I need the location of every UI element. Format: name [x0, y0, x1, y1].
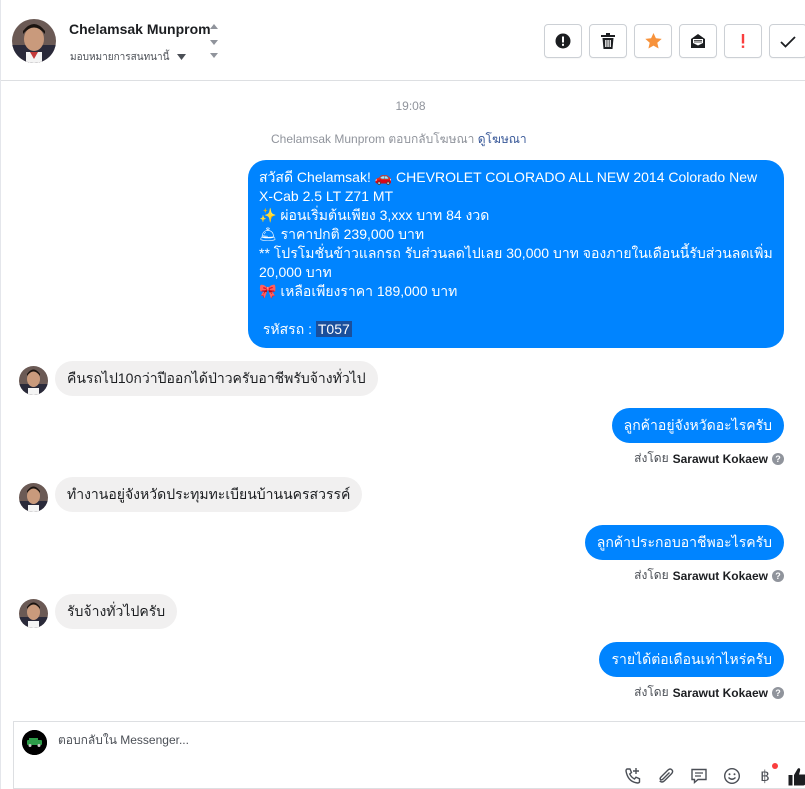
add-call-icon [625, 768, 641, 784]
check-icon [780, 35, 796, 48]
delete-button[interactable] [589, 24, 627, 58]
contact-name[interactable]: Chelamsak Munprom [69, 21, 211, 37]
mark-done-button[interactable] [769, 24, 805, 58]
ad-line-spacer [259, 301, 773, 320]
sender-name: Sarawut Kokaew [672, 451, 768, 466]
conversation-header: Chelamsak Munprom มอบหมายการสนทนานี้ [1, 0, 805, 81]
prev-next-arrows[interactable] [208, 22, 220, 62]
exclamation-icon [741, 34, 745, 48]
incoming-message[interactable]: รับจ้างทั่วไปครับ [55, 594, 178, 629]
contact-avatar[interactable] [12, 19, 56, 63]
ad-line-code: รหัสรถ : T057 [259, 320, 773, 339]
payment-icon: ฿ [760, 767, 770, 785]
sent-by-info: ส่งโดย Sarawut Kokaew ? [634, 683, 784, 702]
like-icon [788, 767, 805, 785]
message-timestamp: 19:08 [395, 99, 426, 113]
contact-avatar-small[interactable] [19, 366, 48, 395]
incoming-message[interactable]: ทำงานอยู่จังหวัดประทุมทะเบียนบ้านนครสวรร… [55, 477, 363, 512]
outgoing-message[interactable]: รายได้ต่อเดือนเท่าไหร่ครับ [599, 642, 784, 677]
view-ad-link[interactable]: ดูโฆษณา [478, 132, 527, 146]
notification-dot [772, 763, 778, 769]
star-button[interactable] [634, 24, 672, 58]
report-icon [555, 33, 571, 49]
assign-conversation-dropdown[interactable]: มอบหมายการสนทนานี้ [70, 50, 187, 65]
emoji-button[interactable] [722, 766, 742, 786]
car-code-value: T057 [315, 321, 352, 337]
mark-unread-button[interactable] [679, 24, 717, 58]
sent-by-label: ส่งโดย [634, 685, 669, 699]
trash-icon [601, 33, 615, 49]
ad-reply-text: Chelamsak Munprom ตอบกลับโฆษณา [271, 132, 475, 146]
ad-reply-notice: Chelamsak Munprom ตอบกลับโฆษณา ดูโฆษณา [271, 130, 527, 149]
ad-message-bubble[interactable]: สวัสดี Chelamsak! 🚗 CHEVROLET COLORADO A… [248, 160, 784, 348]
messenger-conversation: Chelamsak Munprom มอบหมายการสนทนานี้ 19:… [0, 0, 805, 789]
outgoing-message[interactable]: ลูกค้าอยู่จังหวัดอะไรครับ [611, 408, 784, 443]
contact-avatar-small[interactable] [19, 483, 48, 512]
star-icon [644, 33, 662, 49]
help-icon[interactable]: ? [772, 686, 784, 699]
ad-line-installment: ✨ ผ่อนเริ่มต้นเพียง 3,xxx บาท 84 งวด [259, 207, 490, 223]
payment-button[interactable]: ฿ [755, 763, 778, 786]
mark-spam-button[interactable] [724, 24, 762, 58]
sent-by-info: ส่งโดย Sarawut Kokaew ? [634, 566, 784, 585]
composer-actions: ฿ [623, 763, 805, 786]
caret-down-icon [177, 52, 187, 63]
ad-line-title: สวัสดี Chelamsak! 🚗 CHEVROLET COLORADO A… [259, 169, 758, 204]
outgoing-message[interactable]: ลูกค้าประกอบอาชีพอะไรครับ [584, 525, 784, 560]
assign-label: มอบหมายการสนทนานี้ [70, 52, 170, 63]
sent-by-label: ส่งโดย [634, 568, 669, 582]
mark-unread-icon [691, 34, 705, 48]
page-avatar [22, 730, 47, 755]
sender-name: Sarawut Kokaew [672, 685, 768, 700]
ad-line-promotion: ** โปรโมชั่นข้าวแลกรถ รับส่วนลดไปเลย 30,… [259, 245, 773, 280]
sent-by-info: ส่งโดย Sarawut Kokaew ? [634, 449, 784, 468]
contact-avatar-small[interactable] [19, 599, 48, 628]
help-icon[interactable]: ? [772, 452, 784, 465]
sent-by-label: ส่งโดย [634, 451, 669, 465]
attachment-icon [659, 768, 674, 783]
reply-composer: ฿ [13, 721, 805, 789]
reply-input[interactable] [58, 733, 558, 747]
emoji-icon [723, 767, 741, 785]
report-button[interactable] [544, 24, 582, 58]
sender-name: Sarawut Kokaew [672, 568, 768, 583]
message-thread[interactable]: 19:08 Chelamsak Munprom ตอบกลับโฆษณา ดูโ… [1, 82, 805, 720]
saved-replies-button[interactable] [689, 766, 709, 786]
incoming-message[interactable]: คืนรถไป10กว่าปีออกได้ป่าวครับอาชีพรับจ้า… [55, 361, 378, 396]
conversation-toolbar [544, 24, 805, 58]
help-icon[interactable]: ? [772, 569, 784, 582]
ad-line-regular-price: 🛎 ราคาปกติ 239,000 บาท [259, 226, 425, 242]
chevron-down-icon [210, 40, 218, 45]
add-call-button[interactable] [623, 766, 643, 786]
car-code-label: รหัสรถ : [259, 321, 316, 337]
like-button[interactable] [788, 766, 805, 786]
attach-button[interactable] [656, 766, 676, 786]
saved-reply-icon [691, 768, 707, 785]
ad-line-final-price: 🎀 เหลือเพียงราคา 189,000 บาท [259, 283, 458, 299]
